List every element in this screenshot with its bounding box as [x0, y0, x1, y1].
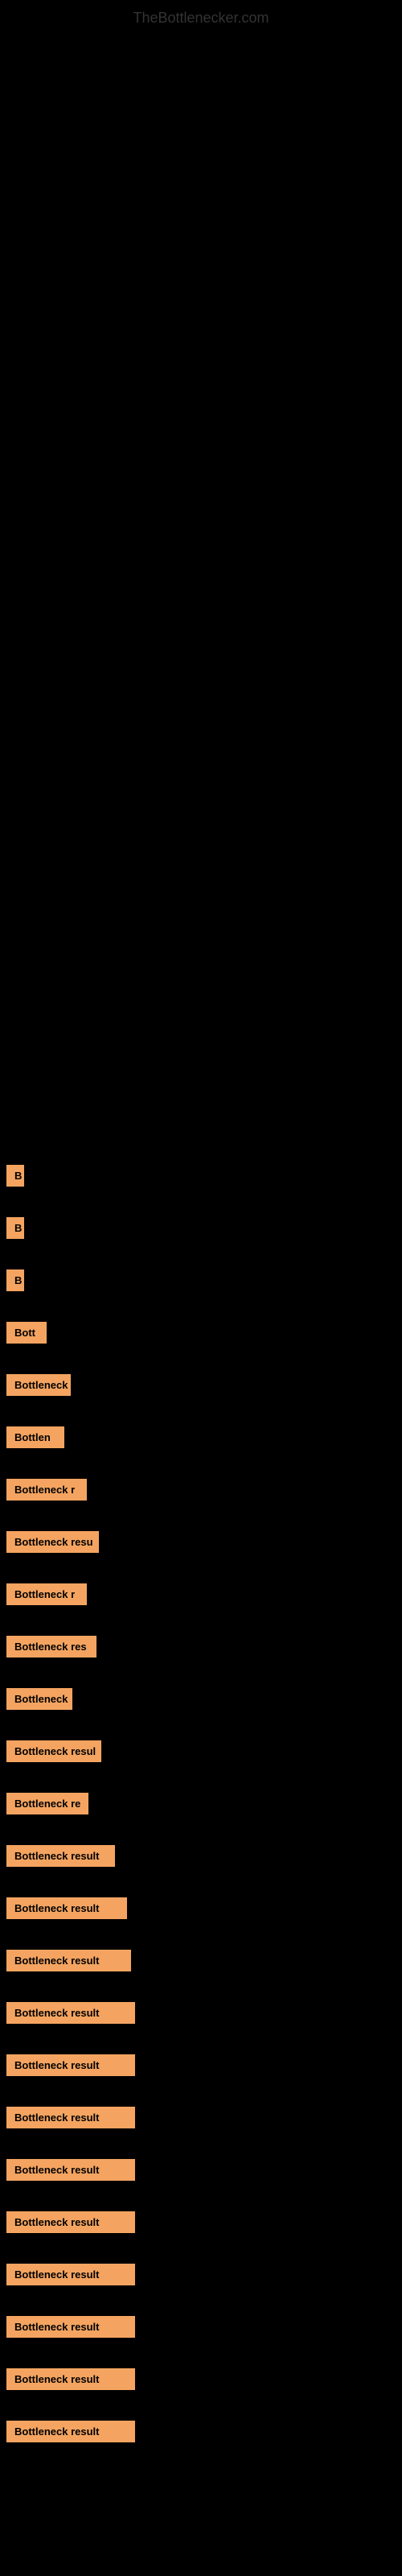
row-spacer: [0, 1715, 402, 1736]
bottleneck-label: B: [6, 1269, 24, 1291]
bottleneck-label: Bottleneck result: [6, 2316, 135, 2338]
bottleneck-label: Bottleneck result: [6, 1845, 115, 1867]
row-spacer: [0, 2395, 402, 2416]
bottleneck-item: Bottleneck result: [0, 1997, 402, 2029]
row-spacer: [0, 1767, 402, 1788]
bottleneck-item: Bottleneck re: [0, 1788, 402, 1819]
bottleneck-item: Bottleneck result: [0, 1840, 402, 1872]
bottleneck-label: Bottleneck result: [6, 2368, 135, 2390]
bottleneck-label: Bottleneck r: [6, 1479, 87, 1501]
bottleneck-item: Bottleneck res: [0, 1631, 402, 1662]
row-spacer: [0, 1976, 402, 1997]
bottleneck-label: Bottleneck re: [6, 1793, 88, 1814]
bottleneck-item: Bottleneck resu: [0, 1526, 402, 1558]
row-spacer: [0, 1819, 402, 1840]
row-spacer: [0, 2081, 402, 2102]
bottleneck-label: Bottleneck result: [6, 2159, 135, 2181]
bottleneck-item: Bottleneck r: [0, 1474, 402, 1505]
bottleneck-item: Bottleneck: [0, 1369, 402, 1401]
bottleneck-label: B: [6, 1217, 24, 1239]
row-spacer: [0, 1872, 402, 1893]
bottleneck-item: Bottleneck result: [0, 2416, 402, 2447]
bottleneck-item: Bottleneck result: [0, 1945, 402, 1976]
row-spacer: [0, 2133, 402, 2154]
row-spacer: [0, 1558, 402, 1579]
title-text: TheBottlenecker.com: [133, 10, 269, 26]
bottleneck-item: Bottleneck result: [0, 2154, 402, 2186]
bottleneck-label: Bottleneck r: [6, 1583, 87, 1605]
bottleneck-label: Bottleneck result: [6, 2107, 135, 2128]
bottleneck-label: Bottleneck result: [6, 2264, 135, 2285]
bottleneck-label: Bottlen: [6, 1426, 64, 1448]
bottleneck-label: Bottleneck: [6, 1374, 71, 1396]
bottleneck-label: Bottleneck result: [6, 2421, 135, 2442]
bottleneck-item: B: [0, 1212, 402, 1244]
row-spacer: [0, 1924, 402, 1945]
bottleneck-item: Bottleneck result: [0, 2259, 402, 2290]
results-area: B B B Bott Bottleneck Bottlen Bottleneck r Bott…: [0, 1160, 402, 2479]
row-spacer: [0, 1296, 402, 1317]
bottleneck-label: Bottleneck result: [6, 2054, 135, 2076]
bottleneck-item: Bottleneck result: [0, 2311, 402, 2343]
bottleneck-label: Bottleneck resu: [6, 1531, 99, 1553]
bottleneck-item: Bottleneck resul: [0, 1736, 402, 1767]
row-spacer: [0, 1191, 402, 1212]
bottleneck-item: Bottleneck r: [0, 1579, 402, 1610]
row-spacer: [0, 1348, 402, 1369]
bottleneck-item: Bottleneck result: [0, 2363, 402, 2395]
bottleneck-label: Bottleneck result: [6, 2002, 135, 2024]
bottleneck-item: Bottleneck result: [0, 2207, 402, 2238]
chart-area: [0, 33, 402, 1160]
row-spacer: [0, 1453, 402, 1474]
bottleneck-label: Bottleneck result: [6, 2211, 135, 2233]
row-spacer: [0, 1610, 402, 1631]
bottleneck-item: Bottleneck result: [0, 2050, 402, 2081]
bottleneck-label: Bottleneck result: [6, 1897, 127, 1919]
bottleneck-item: B: [0, 1160, 402, 1191]
bottleneck-label: Bott: [6, 1322, 47, 1344]
bottleneck-label: Bottleneck resul: [6, 1740, 101, 1762]
row-spacer: [0, 1244, 402, 1265]
bottleneck-label: B: [6, 1165, 24, 1187]
bottleneck-item: Bott: [0, 1317, 402, 1348]
bottleneck-item: Bottleneck: [0, 1683, 402, 1715]
row-spacer: [0, 2238, 402, 2259]
bottleneck-item: Bottleneck result: [0, 2102, 402, 2133]
row-spacer: [0, 1662, 402, 1683]
site-title: TheBottlenecker.com: [0, 0, 402, 33]
row-spacer: [0, 2343, 402, 2363]
row-spacer: [0, 2029, 402, 2050]
bottleneck-item: B: [0, 1265, 402, 1296]
row-spacer: [0, 2186, 402, 2207]
bottleneck-label: Bottleneck res: [6, 1636, 96, 1657]
bottleneck-item: Bottlen: [0, 1422, 402, 1453]
row-spacer: [0, 2290, 402, 2311]
row-spacer: [0, 1505, 402, 1526]
bottleneck-label: Bottleneck result: [6, 1950, 131, 1971]
bottleneck-label: Bottleneck: [6, 1688, 72, 1710]
bottleneck-item: Bottleneck result: [0, 1893, 402, 1924]
row-spacer: [0, 1401, 402, 1422]
